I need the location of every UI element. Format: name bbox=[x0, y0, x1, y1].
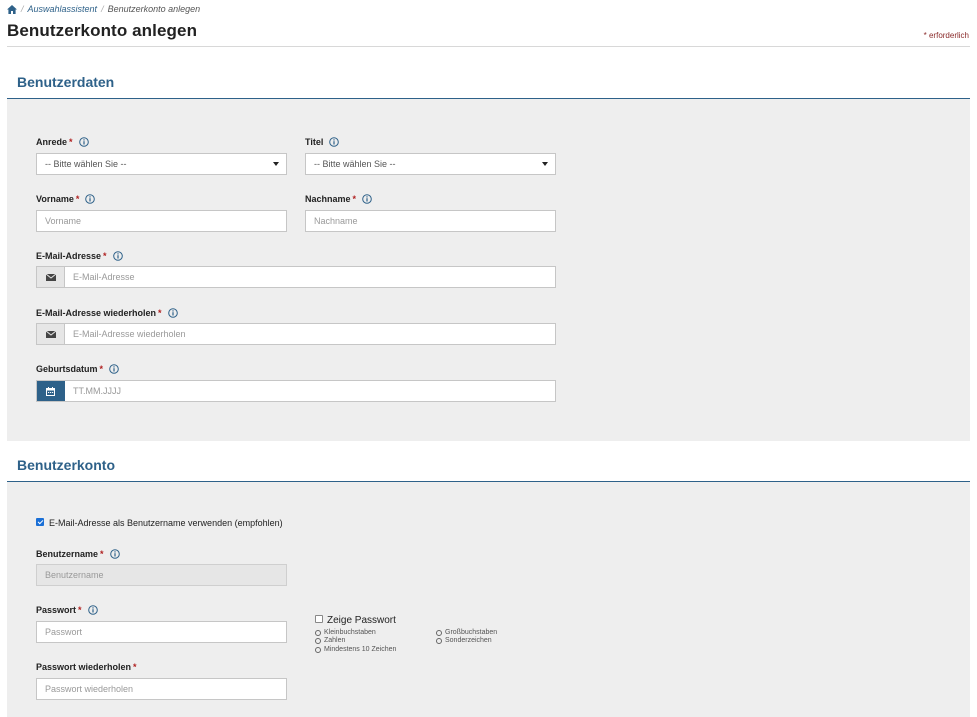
email-repeat-label: E-Mail-Adresse wiederholen * bbox=[36, 308, 178, 318]
envelope-icon bbox=[37, 324, 65, 344]
breadcrumb-link-auswahlassistent[interactable]: Auswahlassistent bbox=[28, 4, 98, 14]
info-icon[interactable] bbox=[109, 549, 120, 559]
passwort-input[interactable]: Passwort bbox=[36, 621, 287, 643]
info-icon[interactable] bbox=[329, 137, 340, 147]
email-repeat-input-group: E-Mail-Adresse wiederholen bbox=[36, 323, 556, 345]
passwort-repeat-input[interactable]: Passwort wiederholen bbox=[36, 678, 287, 700]
nachname-label: Nachname * bbox=[305, 194, 372, 204]
email-input[interactable]: E-Mail-Adresse bbox=[65, 267, 555, 287]
envelope-icon bbox=[37, 267, 65, 287]
rule-status-icon bbox=[436, 629, 442, 636]
password-rule: Großbuchstaben bbox=[436, 629, 497, 636]
geburtsdatum-label: Geburtsdatum * bbox=[36, 364, 119, 374]
vorname-label: Vorname * bbox=[36, 194, 96, 204]
passwort-repeat-label: Passwort wiederholen * bbox=[36, 662, 137, 672]
use-email-as-username-checkbox[interactable] bbox=[36, 518, 44, 526]
title-divider bbox=[7, 46, 970, 47]
section-title-benutzerdaten: Benutzerdaten bbox=[17, 74, 115, 90]
passwort-label: Passwort * bbox=[36, 605, 98, 615]
email-repeat-input[interactable]: E-Mail-Adresse wiederholen bbox=[65, 324, 555, 344]
geburtsdatum-input-group: TT.MM.JJJJ bbox=[36, 380, 556, 402]
breadcrumb-current: Benutzerkonto anlegen bbox=[107, 4, 201, 14]
show-password-checkbox[interactable] bbox=[315, 615, 323, 623]
info-icon[interactable] bbox=[167, 308, 178, 318]
required-note: * erforderlich bbox=[923, 31, 969, 40]
anrede-select[interactable]: -- Bitte wählen Sie -- bbox=[36, 153, 287, 175]
home-icon[interactable] bbox=[7, 4, 17, 14]
password-rule: Mindestens 10 Zeichen bbox=[315, 646, 396, 653]
use-email-as-username-label: E-Mail-Adresse als Benutzername verwende… bbox=[49, 518, 283, 528]
info-icon[interactable] bbox=[85, 194, 96, 204]
info-icon[interactable] bbox=[87, 605, 98, 615]
email-input-group: E-Mail-Adresse bbox=[36, 266, 556, 288]
show-password-label: Zeige Passwort bbox=[327, 615, 396, 626]
benutzername-label: Benutzername * bbox=[36, 549, 120, 559]
calendar-icon[interactable] bbox=[37, 381, 65, 401]
password-rule: Zahlen bbox=[315, 637, 345, 644]
email-label: E-Mail-Adresse * bbox=[36, 251, 123, 261]
geburtsdatum-input[interactable]: TT.MM.JJJJ bbox=[65, 381, 555, 401]
titel-label: Titel bbox=[305, 137, 340, 147]
password-rule: Sonderzeichen bbox=[436, 637, 492, 644]
info-icon[interactable] bbox=[112, 251, 123, 261]
rule-status-icon bbox=[315, 629, 321, 636]
anrede-label: Anrede * bbox=[36, 137, 89, 147]
info-icon[interactable] bbox=[109, 364, 119, 374]
breadcrumb-separator: / bbox=[21, 4, 24, 14]
rule-status-icon bbox=[436, 637, 442, 644]
vorname-input[interactable]: Vorname bbox=[36, 210, 287, 232]
breadcrumb-separator: / bbox=[101, 4, 104, 14]
benutzername-input[interactable]: Benutzername bbox=[36, 564, 287, 586]
caret-down-icon bbox=[542, 162, 548, 166]
page-title: Benutzerkonto anlegen bbox=[7, 21, 198, 40]
info-icon[interactable] bbox=[362, 194, 372, 204]
caret-down-icon bbox=[273, 162, 279, 166]
titel-select[interactable]: -- Bitte wählen Sie -- bbox=[305, 153, 556, 175]
section-title-benutzerkonto: Benutzerkonto bbox=[17, 457, 115, 473]
password-rule: Kleinbuchstaben bbox=[315, 629, 376, 636]
rule-status-icon bbox=[315, 637, 321, 644]
info-icon[interactable] bbox=[78, 137, 89, 147]
breadcrumb: / Auswahlassistent / Benutzerkonto anleg… bbox=[7, 4, 200, 14]
nachname-input[interactable]: Nachname bbox=[305, 210, 556, 232]
rule-status-icon bbox=[315, 646, 321, 653]
